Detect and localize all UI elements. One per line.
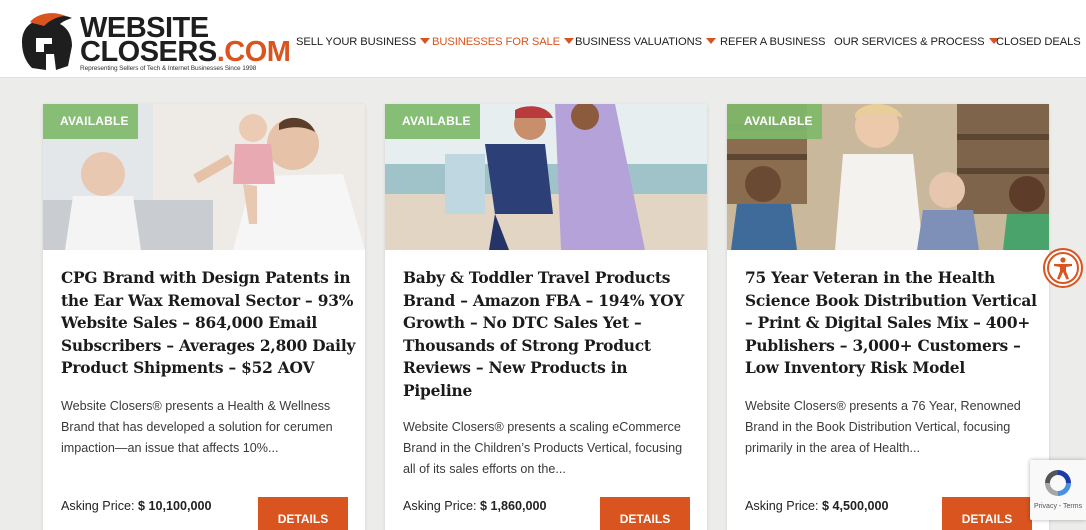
nav-label: SELL YOUR BUSINESS bbox=[296, 36, 417, 48]
nav-business-valuations[interactable]: BUSINESS VALUATIONS bbox=[575, 36, 716, 48]
listing-description: Website Closers® presents a scaling eCom… bbox=[403, 420, 683, 476]
logo-text-closers-word: CLOSERS bbox=[80, 36, 217, 68]
details-button[interactable]: DETAILS bbox=[942, 497, 1032, 530]
nav-label: REFER A BUSINESS bbox=[720, 36, 826, 48]
status-badge: AVAILABLE bbox=[385, 104, 480, 139]
status-badge: AVAILABLE bbox=[727, 104, 822, 139]
nav-closed-deals[interactable]: CLOSED DEALS bbox=[996, 36, 1081, 48]
recaptcha-badge[interactable]: Privacy - Terms bbox=[1030, 460, 1086, 520]
listing-title[interactable]: 75 Year Veteran in the Health Science Bo… bbox=[745, 267, 1041, 380]
caret-down-icon bbox=[564, 38, 575, 44]
recaptcha-links[interactable]: Privacy - Terms bbox=[1034, 503, 1082, 510]
listing-title[interactable]: CPG Brand with Design Patents in the Ear… bbox=[61, 267, 357, 380]
asking-price: Asking Price: $ 4,500,000 bbox=[745, 499, 889, 513]
accessibility-button[interactable] bbox=[1043, 248, 1083, 288]
nav-businesses-for-sale[interactable]: BUSINESSES FOR SALE bbox=[432, 36, 575, 48]
site-header: WEBSITE CLOSERS.COM Representing Sellers… bbox=[0, 0, 1086, 78]
nav-label: BUSINESSES FOR SALE bbox=[432, 36, 561, 48]
site-logo[interactable]: WEBSITE CLOSERS.COM Representing Sellers… bbox=[16, 10, 291, 74]
recaptcha-icon bbox=[1045, 470, 1071, 496]
logo-text-closers: CLOSERS.COM bbox=[80, 36, 291, 68]
listing-title[interactable]: Baby & Toddler Travel Products Brand – A… bbox=[403, 267, 699, 402]
asking-price-value: $ 10,100,000 bbox=[138, 499, 212, 513]
listing-description: Website Closers® presents a Health & Wel… bbox=[61, 399, 333, 455]
spartan-helmet-icon bbox=[22, 13, 72, 70]
status-badge: AVAILABLE bbox=[43, 104, 138, 139]
asking-price-value: $ 1,860,000 bbox=[480, 499, 547, 513]
details-button[interactable]: DETAILS bbox=[600, 497, 690, 530]
nav-label: BUSINESS VALUATIONS bbox=[575, 36, 702, 48]
caret-down-icon bbox=[420, 38, 431, 44]
logo-tagline: Representing Sellers of Tech & Internet … bbox=[80, 65, 257, 72]
listing-image[interactable]: AVAILABLE bbox=[385, 104, 707, 250]
accessibility-icon bbox=[1047, 252, 1079, 284]
details-button[interactable]: DETAILS bbox=[258, 497, 348, 530]
asking-price-label: Asking Price: bbox=[61, 499, 138, 513]
listing-card: AVAILABLE CPG Brand with Design Patents … bbox=[43, 104, 365, 530]
listing-image[interactable]: AVAILABLE bbox=[43, 104, 365, 250]
asking-price-label: Asking Price: bbox=[745, 499, 822, 513]
listing-card: AVAILABLE Baby & Toddler Travel Products… bbox=[385, 104, 707, 530]
caret-down-icon bbox=[706, 38, 716, 44]
asking-price-label: Asking Price: bbox=[403, 499, 480, 513]
nav-sell-your-business[interactable]: SELL YOUR BUSINESS bbox=[296, 36, 431, 48]
logo-text-dotcom: .COM bbox=[216, 36, 291, 68]
nav-our-services-process[interactable]: OUR SERVICES & PROCESS bbox=[834, 36, 999, 48]
asking-price: Asking Price: $ 1,860,000 bbox=[403, 499, 547, 513]
asking-price: Asking Price: $ 10,100,000 bbox=[61, 499, 212, 513]
listing-card: AVAILABLE 75 Year Veteran in the Health … bbox=[727, 104, 1049, 530]
nav-label: OUR SERVICES & PROCESS bbox=[834, 36, 985, 48]
nav-refer-a-business[interactable]: REFER A BUSINESS bbox=[720, 36, 825, 48]
nav-label: CLOSED DEALS bbox=[996, 36, 1081, 48]
listing-description: Website Closers® presents a 76 Year, Ren… bbox=[745, 399, 1021, 455]
asking-price-value: $ 4,500,000 bbox=[822, 499, 889, 513]
listing-image[interactable]: AVAILABLE bbox=[727, 104, 1049, 250]
